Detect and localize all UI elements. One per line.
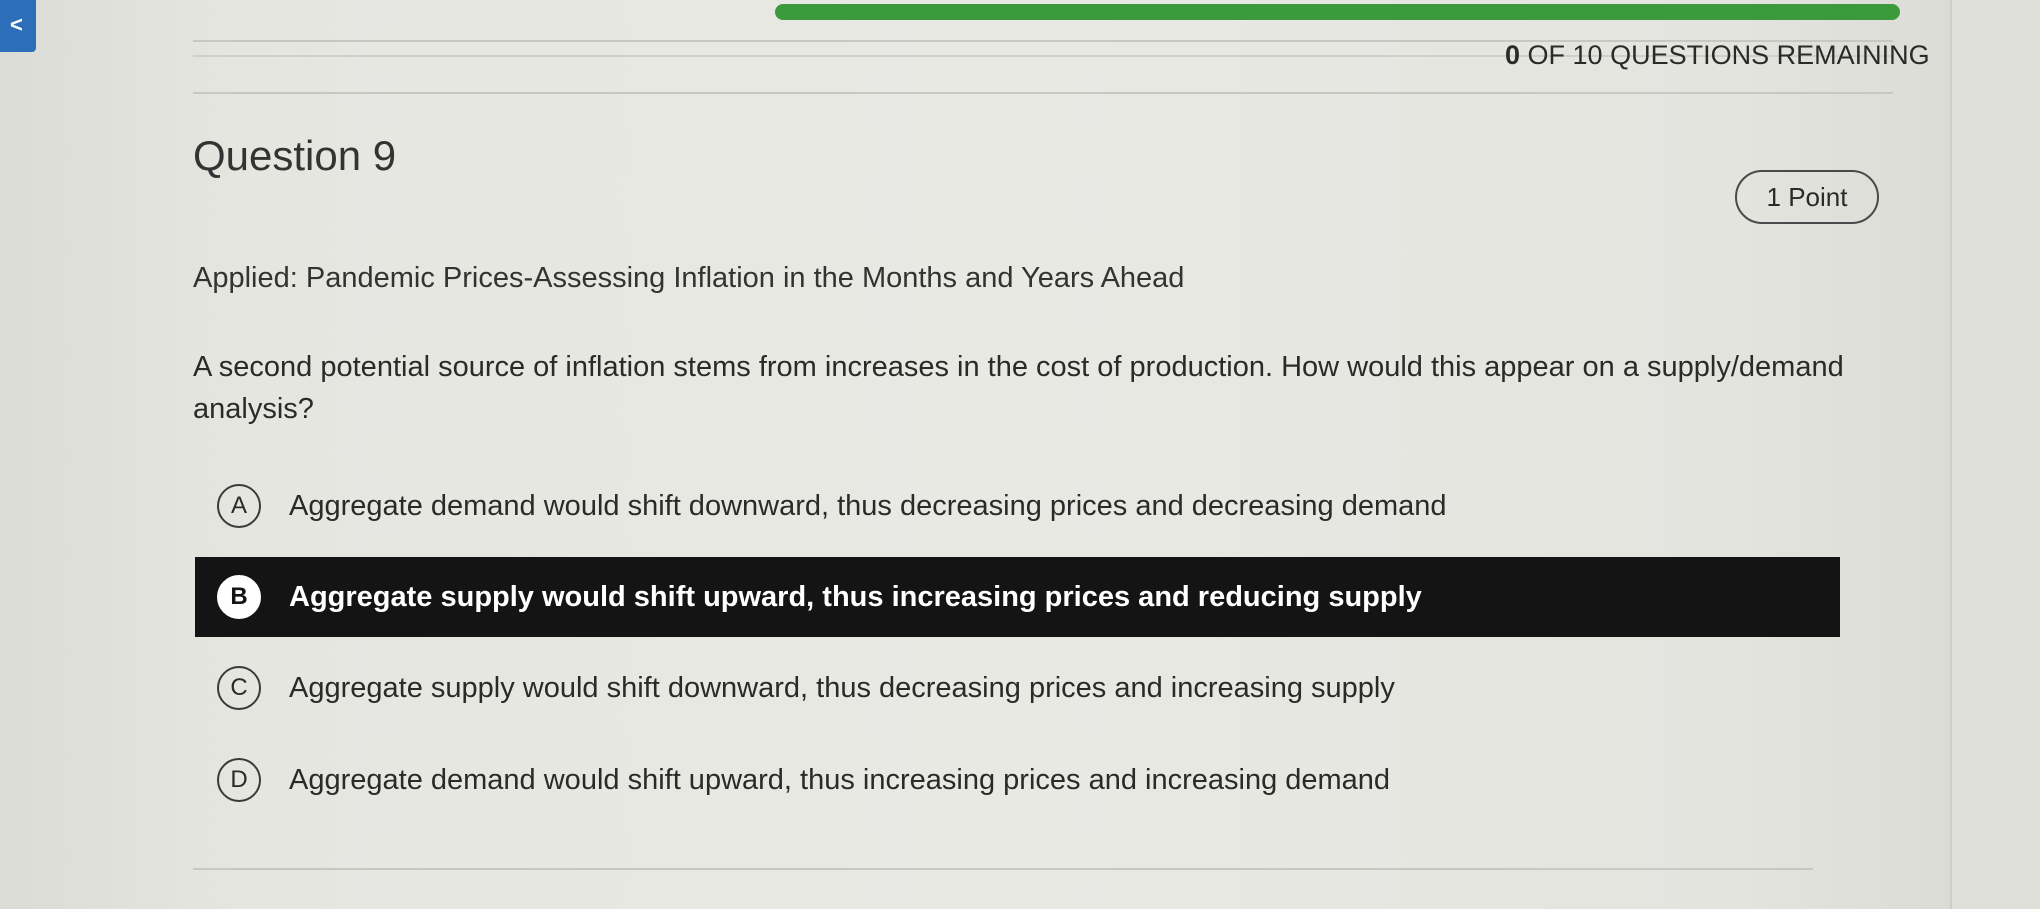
question-prompt: A second potential source of inflation s… xyxy=(193,351,1844,425)
option-d-text: Aggregate demand would shift upward, thu… xyxy=(289,763,1391,796)
right-panel xyxy=(1950,0,2040,909)
option-d[interactable]: D Aggregate demand would shift upward, t… xyxy=(195,740,1840,820)
progress-bar-fill xyxy=(775,4,1900,20)
points-badge: 1 Point xyxy=(1735,170,1879,224)
divider-bottom xyxy=(193,868,1813,870)
divider-header xyxy=(193,92,1893,94)
option-c-letter: C xyxy=(217,666,261,710)
option-d-letter: D xyxy=(217,758,261,802)
question-subtitle: Applied: Pandemic Prices-Assessing Infla… xyxy=(193,262,1185,294)
option-b-letter: B xyxy=(217,575,261,619)
questions-remaining: 0 OF 10 QUESTIONS REMAINING xyxy=(1505,40,1930,71)
back-chevron-icon: < xyxy=(10,12,23,37)
option-a-text: Aggregate demand would shift downward, t… xyxy=(289,489,1447,522)
option-c[interactable]: C Aggregate supply would shift downward,… xyxy=(195,648,1840,728)
remaining-label: OF 10 QUESTIONS REMAINING xyxy=(1527,40,1930,70)
back-tab[interactable]: < xyxy=(0,0,36,52)
option-b-text: Aggregate supply would shift upward, thu… xyxy=(289,580,1422,613)
option-b[interactable]: B Aggregate supply would shift upward, t… xyxy=(195,557,1840,637)
question-title: Question 9 xyxy=(193,132,397,179)
option-c-text: Aggregate supply would shift downward, t… xyxy=(289,671,1395,704)
option-a-letter: A xyxy=(217,484,261,528)
remaining-count: 0 xyxy=(1505,40,1521,70)
option-a[interactable]: A Aggregate demand would shift downward,… xyxy=(195,466,1840,546)
